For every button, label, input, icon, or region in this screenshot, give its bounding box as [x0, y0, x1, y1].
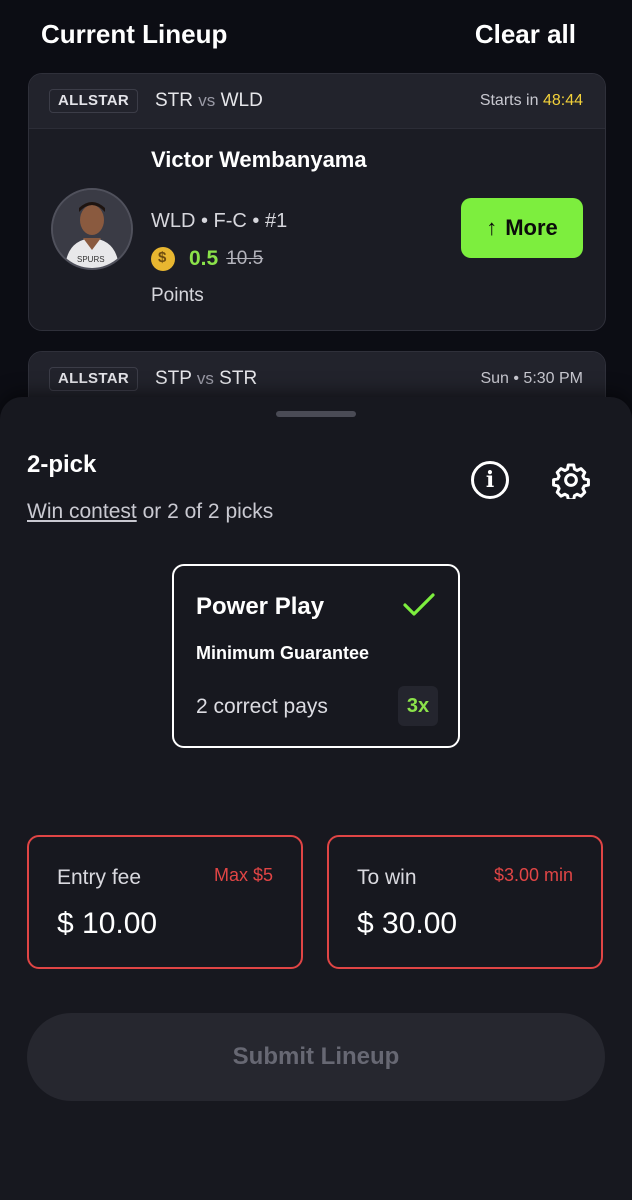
- old-projection-value: 10.5: [226, 248, 264, 269]
- matchup: STR vs WLD: [155, 90, 263, 112]
- vs-label: vs: [198, 91, 216, 110]
- entry-fee-value: $ 10.00: [57, 907, 158, 940]
- player-avatar: SPURS: [51, 188, 133, 270]
- team-b: STR: [219, 368, 258, 389]
- vs-label: vs: [196, 369, 214, 388]
- to-win-value: $ 30.00: [357, 907, 458, 940]
- payout-multiplier: 3x: [398, 686, 438, 726]
- pick-subtitle-rest: or 2 of 2 picks: [142, 500, 274, 523]
- team-b: WLD: [220, 90, 263, 111]
- submit-lineup-button[interactable]: Submit Lineup: [27, 1013, 605, 1101]
- to-win-warning: $3.00 min: [493, 865, 573, 885]
- power-play-title: Power Play: [196, 593, 325, 620]
- win-contest-link[interactable]: Win contest: [27, 500, 137, 523]
- team-a: STR: [155, 90, 193, 111]
- lineup-card-header: ALLSTAR STR vs WLD Starts in 48:44: [29, 74, 605, 129]
- starts-prefix: Starts in: [479, 92, 539, 109]
- check-icon: [403, 593, 435, 616]
- payout-description: 2 correct pays: [196, 695, 328, 718]
- projection-line: 0.5 10.5: [151, 247, 263, 271]
- clear-all-button[interactable]: Clear all: [475, 19, 576, 50]
- coin-icon: [151, 247, 175, 271]
- info-icon[interactable]: i: [471, 461, 509, 499]
- power-play-subtitle: Minimum Guarantee: [196, 643, 370, 663]
- player-info: WLD • F-C • #1: [151, 210, 288, 232]
- player-name: Victor Wembanyama: [151, 147, 367, 172]
- entry-fee-label: Entry fee: [57, 866, 142, 889]
- entry-fee-warning: Max $5: [213, 865, 273, 885]
- start-time: Starts in 48:44: [480, 92, 583, 110]
- countdown: 48:44: [542, 92, 583, 109]
- more-button[interactable]: ↑ More: [461, 198, 583, 258]
- arrow-up-icon: ↑: [486, 215, 498, 240]
- gear-icon[interactable]: [552, 461, 590, 502]
- pick-count-title: 2-pick: [27, 451, 97, 478]
- sheet-drag-handle[interactable]: [276, 411, 356, 417]
- page-title: Current Lineup: [41, 19, 228, 49]
- power-play-option[interactable]: Power Play Minimum Guarantee 2 correct p…: [172, 564, 460, 748]
- league-tag: ALLSTAR: [49, 89, 138, 113]
- team-a: STP: [155, 368, 192, 389]
- header: Current Lineup Clear all: [0, 0, 632, 70]
- entry-fee-field[interactable]: Entry fee Max $5 $ 10.00: [27, 835, 303, 969]
- lineup-card[interactable]: ALLSTAR STR vs WLD Starts in 48:44 SPURS…: [28, 73, 606, 331]
- to-win-field[interactable]: To win $3.00 min $ 30.00: [327, 835, 603, 969]
- stat-type: Points: [151, 285, 204, 306]
- pick-subtitle: Win contest or 2 of 2 picks: [27, 500, 273, 524]
- schedule-time: Sun • 5:30 PM: [480, 370, 583, 387]
- lineup-bottom-sheet: 2-pick Win contest or 2 of 2 picks i Pow…: [0, 397, 632, 1200]
- svg-text:SPURS: SPURS: [77, 255, 105, 264]
- projection-value: 0.5: [189, 247, 219, 270]
- more-button-label: More: [505, 215, 558, 240]
- to-win-label: To win: [357, 866, 417, 889]
- matchup: STP vs STR: [155, 368, 257, 390]
- league-tag: ALLSTAR: [49, 367, 138, 391]
